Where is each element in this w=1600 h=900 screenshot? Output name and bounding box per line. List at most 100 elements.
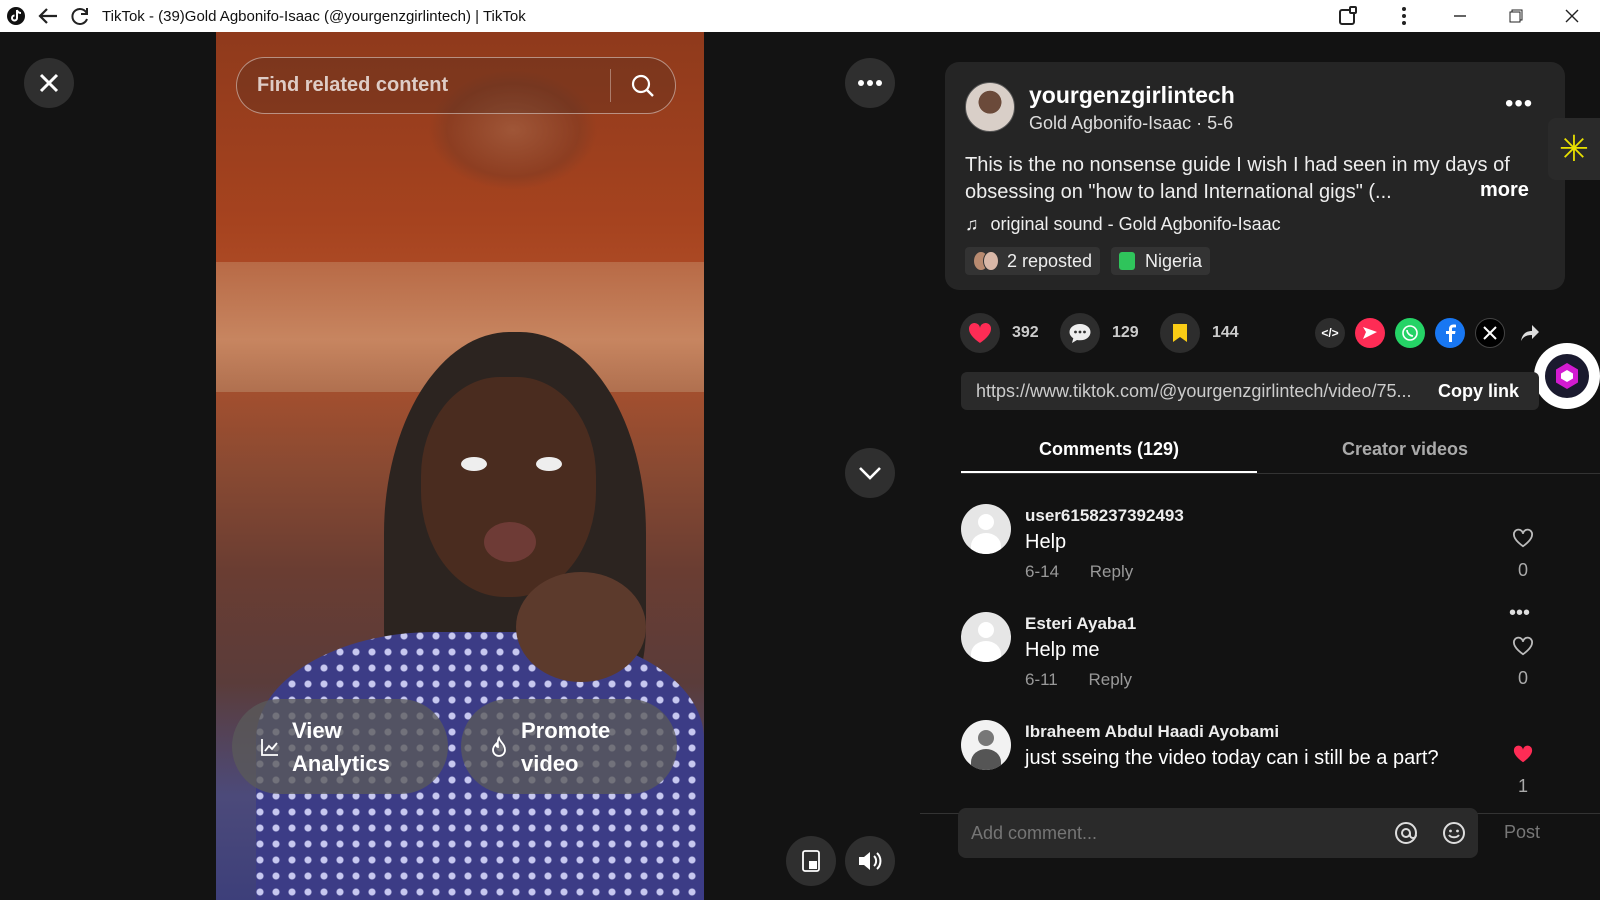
comment-composer	[958, 808, 1478, 858]
commenter-avatar[interactable]	[961, 720, 1011, 770]
reposter-avatar	[983, 251, 999, 271]
comment-text: just sseing the video today can i still …	[1025, 747, 1439, 769]
mention-icon[interactable]	[1382, 808, 1430, 858]
comment-like-count: 1	[1517, 776, 1528, 796]
details-panel: yourgenzgirlintech Gold Agbonifo-Isaac ·…	[920, 32, 1600, 900]
back-icon[interactable]	[32, 0, 64, 32]
comment-more-icon[interactable]: •••	[1509, 602, 1530, 625]
restore-icon[interactable]	[1488, 0, 1544, 32]
location-pin-icon	[1119, 252, 1135, 270]
comment-list: user6158237392493 Help 6-14 Reply 0 Este…	[920, 492, 1600, 814]
like-count: 392	[1012, 324, 1039, 341]
view-analytics-label: View Analytics	[292, 717, 390, 776]
comment-meta: 6-14 Reply	[1025, 562, 1133, 582]
browser-titlebar: TikTok - (39)Gold Agbonifo-Isaac (@yourg…	[0, 0, 1600, 32]
sound-name: original sound - Gold Agbonifo-Isaac	[990, 214, 1281, 234]
author-username[interactable]: yourgenzgirlintech	[1029, 82, 1235, 109]
sparkle-extension-icon[interactable]: ✳	[1548, 118, 1600, 180]
tab-creator-videos[interactable]: Creator videos	[1257, 432, 1553, 473]
repost-count: 2 reposted	[1007, 250, 1093, 271]
promote-video-label: Promote video	[521, 717, 611, 776]
tiktok-icon	[0, 0, 32, 32]
video-frame-mouth	[484, 522, 536, 562]
related-search-input[interactable]: Find related content	[237, 74, 610, 97]
related-search-bar[interactable]: Find related content	[236, 57, 676, 114]
menu-icon[interactable]	[1376, 0, 1432, 32]
video-frame-eye	[461, 457, 487, 471]
video-url[interactable]: https://www.tiktok.com/@yourgenzgirlinte…	[961, 381, 1416, 402]
extensions-icon[interactable]	[1320, 0, 1376, 32]
commenter-name[interactable]: Ibraheem Abdul Haadi Ayobami	[1025, 722, 1279, 742]
floating-player-icon	[802, 850, 820, 872]
post-more-icon[interactable]: •••	[1505, 90, 1533, 118]
comment-item: Esteri Ayaba1 Help me 6-11 Reply ••• 0	[961, 602, 1561, 712]
comment-button[interactable]: 129	[1060, 313, 1139, 353]
comment-text: Help me	[1025, 639, 1100, 661]
comment-like-count: 0	[1517, 560, 1528, 580]
post-info-card: yourgenzgirlintech Gold Agbonifo-Isaac ·…	[945, 62, 1565, 290]
reply-button[interactable]: Reply	[1089, 670, 1132, 689]
share-link-box: https://www.tiktok.com/@yourgenzgirlinte…	[961, 372, 1539, 410]
comment-date: 6-14	[1025, 562, 1060, 581]
flame-icon	[489, 735, 511, 758]
commenter-avatar[interactable]	[961, 504, 1011, 554]
minimize-icon[interactable]	[1432, 0, 1488, 32]
close-video-button[interactable]	[24, 58, 74, 108]
location-name: Nigeria	[1145, 250, 1203, 271]
comment-icon	[1069, 324, 1091, 343]
volume-icon	[859, 852, 882, 870]
comment-meta: 6-11 Reply	[1025, 670, 1132, 690]
location-chip[interactable]: Nigeria	[1111, 247, 1211, 275]
save-button[interactable]: 144	[1160, 313, 1239, 353]
share-arrow-icon[interactable]	[1515, 318, 1545, 348]
commenter-name[interactable]: user6158237392493	[1025, 506, 1184, 526]
chevron-down-icon	[859, 467, 881, 480]
author-avatar[interactable]	[965, 82, 1015, 132]
promote-video-button[interactable]: Promote video	[461, 699, 677, 794]
comment-date: 6-11	[1025, 670, 1058, 689]
video-frame-hands	[516, 572, 646, 682]
facebook-icon[interactable]	[1435, 318, 1465, 348]
heart-icon	[968, 322, 992, 343]
post-comment-button[interactable]: Post	[1504, 822, 1540, 843]
repost-chip[interactable]: 2 reposted	[965, 247, 1101, 275]
panel-tabs: Comments (129) Creator videos	[961, 432, 1600, 474]
reload-icon[interactable]	[64, 0, 96, 32]
picture-in-picture-button[interactable]	[786, 836, 836, 886]
comment-heart-icon[interactable]	[1509, 528, 1537, 553]
close-icon[interactable]	[1544, 0, 1600, 32]
close-icon	[39, 73, 59, 93]
video-stage: Find related content View Analytics Prom…	[0, 32, 920, 900]
next-video-button[interactable]	[845, 448, 895, 498]
hexagon-extension-icon[interactable]	[1534, 343, 1600, 409]
whatsapp-icon[interactable]	[1395, 318, 1425, 348]
like-button[interactable]: 392	[960, 313, 1039, 353]
search-icon[interactable]	[611, 57, 675, 114]
embed-icon[interactable]: </>	[1315, 318, 1345, 348]
save-count: 144	[1212, 324, 1239, 341]
sound-link[interactable]: ♫ original sound - Gold Agbonifo-Isaac	[965, 214, 1281, 235]
comment-text: Help	[1025, 531, 1067, 553]
description-more-link[interactable]: more	[1480, 179, 1529, 202]
bookmark-icon	[1173, 324, 1187, 342]
copy-link-button[interactable]: Copy link	[1416, 381, 1519, 402]
post-description: This is the no nonsense guide I wish I h…	[965, 154, 1510, 203]
video-frame-face	[421, 377, 596, 597]
comment-item: user6158237392493 Help 6-14 Reply 0	[961, 504, 1561, 604]
reply-button[interactable]: Reply	[1090, 562, 1133, 581]
comment-item: Ibraheem Abdul Haadi Ayobami just sseing…	[961, 720, 1561, 813]
view-analytics-button[interactable]: View Analytics	[232, 699, 448, 794]
send-icon[interactable]	[1355, 318, 1385, 348]
video-more-button[interactable]	[845, 58, 895, 108]
author-nickname-date: Gold Agbonifo-Isaac · 5-6	[1029, 113, 1234, 133]
comment-heart-icon[interactable]	[1509, 636, 1537, 661]
emoji-icon[interactable]	[1430, 808, 1478, 858]
commenter-name[interactable]: Esteri Ayaba1	[1025, 614, 1136, 634]
add-comment-input[interactable]	[958, 822, 1382, 844]
volume-button[interactable]	[845, 836, 895, 886]
tab-comments[interactable]: Comments (129)	[961, 432, 1257, 473]
analytics-icon	[260, 736, 282, 758]
comment-heart-filled-icon[interactable]	[1509, 744, 1537, 769]
x-icon[interactable]	[1475, 318, 1505, 348]
commenter-avatar[interactable]	[961, 612, 1011, 662]
